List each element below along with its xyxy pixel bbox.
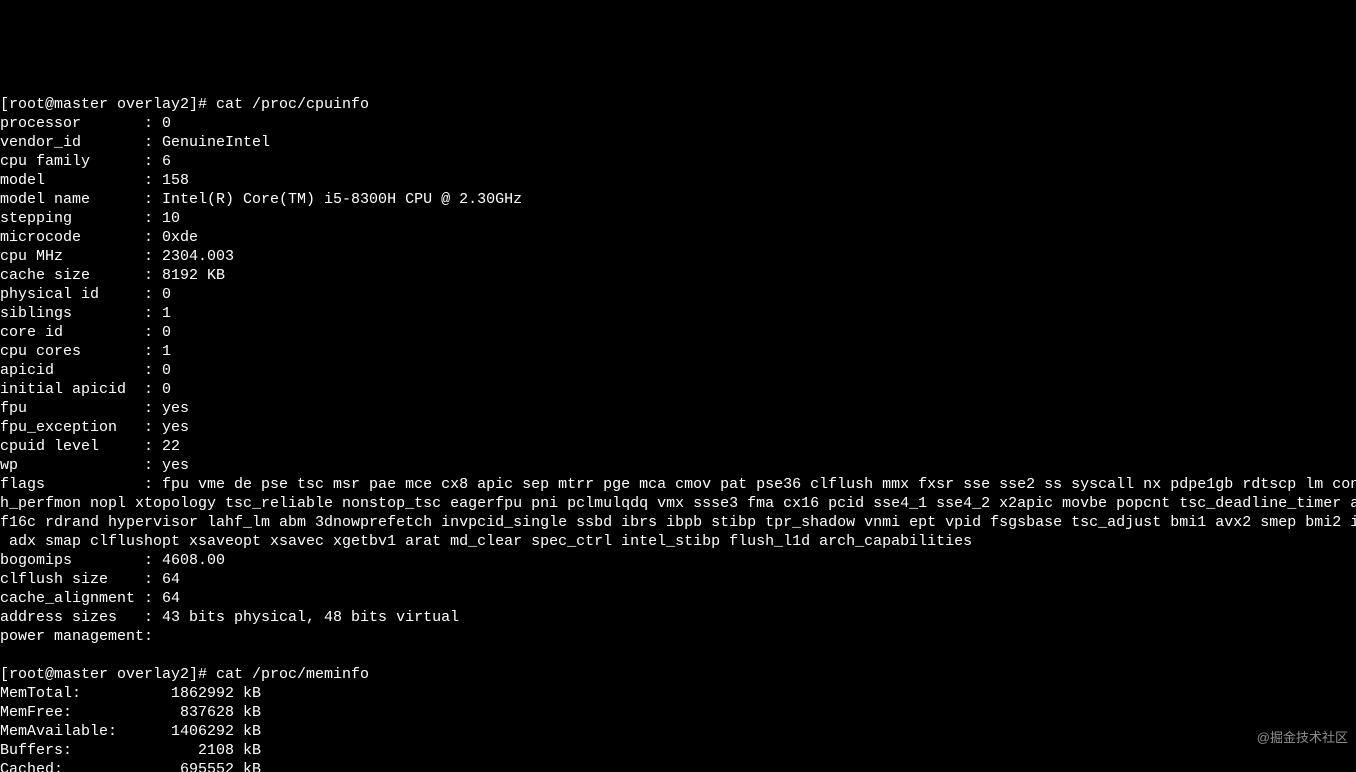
- terminal-output[interactable]: [root@master overlay2]# cat /proc/cpuinf…: [0, 95, 1356, 772]
- watermark-text: @掘金技术社区: [1257, 728, 1348, 747]
